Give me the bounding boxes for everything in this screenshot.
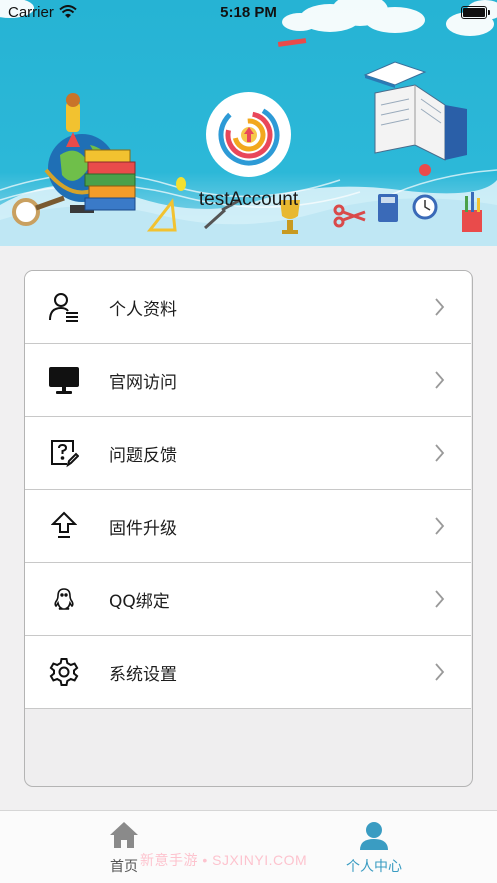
chevron-right-icon xyxy=(435,298,445,316)
qq-penguin-icon xyxy=(47,582,81,616)
tab-home[interactable]: 首页 xyxy=(64,811,184,883)
battery-icon xyxy=(461,6,490,19)
menu-item-label: 问题反馈 xyxy=(109,445,177,466)
status-bar: Carrier 5:18 PM xyxy=(0,0,497,26)
menu-item-label: 固件升级 xyxy=(109,518,177,539)
monitor-icon xyxy=(47,363,81,397)
username: testAccount xyxy=(198,189,299,210)
person-icon xyxy=(360,822,388,850)
menu-item-firmware[interactable]: 固件升级 xyxy=(25,490,471,563)
tab-bar: 首页 个人中心 xyxy=(0,810,497,883)
menu-item-label: QQ绑定 xyxy=(109,591,170,612)
watermark: 新意手游 • SJXINYI.COM xyxy=(140,852,308,868)
tab-personal-center-label: 个人中心 xyxy=(346,859,402,875)
upload-arrow-icon xyxy=(47,509,81,543)
menu-item-feedback[interactable]: 问题反馈 xyxy=(25,417,471,490)
menu-item-label: 官网访问 xyxy=(109,372,177,393)
chevron-right-icon xyxy=(435,371,445,389)
chevron-right-icon xyxy=(435,517,445,535)
gear-icon xyxy=(47,655,81,689)
menu-item-label: 个人资料 xyxy=(109,299,177,320)
user-profile-icon xyxy=(47,290,81,324)
menu-item-label: 系统设置 xyxy=(109,664,177,685)
profile-header: testAccount xyxy=(0,0,497,246)
feedback-edit-icon xyxy=(47,436,81,470)
chevron-right-icon xyxy=(435,444,445,462)
chevron-right-icon xyxy=(435,663,445,681)
tab-personal-center[interactable]: 个人中心 xyxy=(314,811,434,883)
avatar[interactable] xyxy=(206,92,291,177)
clock-time: 5:18 PM xyxy=(220,4,277,21)
chevron-right-icon xyxy=(435,590,445,608)
menu-item-profile[interactable]: 个人资料 xyxy=(25,271,471,344)
menu-item-system-settings[interactable]: 系统设置 xyxy=(25,636,471,709)
home-icon xyxy=(110,822,138,848)
settings-menu: 个人资料 官网访问 问题反馈 固件升级 QQ绑定 系统设置 xyxy=(24,270,473,787)
menu-item-qq-binding[interactable]: QQ绑定 xyxy=(25,563,471,636)
circular-arrow-logo-icon xyxy=(218,104,279,165)
menu-item-website[interactable]: 官网访问 xyxy=(25,344,471,417)
